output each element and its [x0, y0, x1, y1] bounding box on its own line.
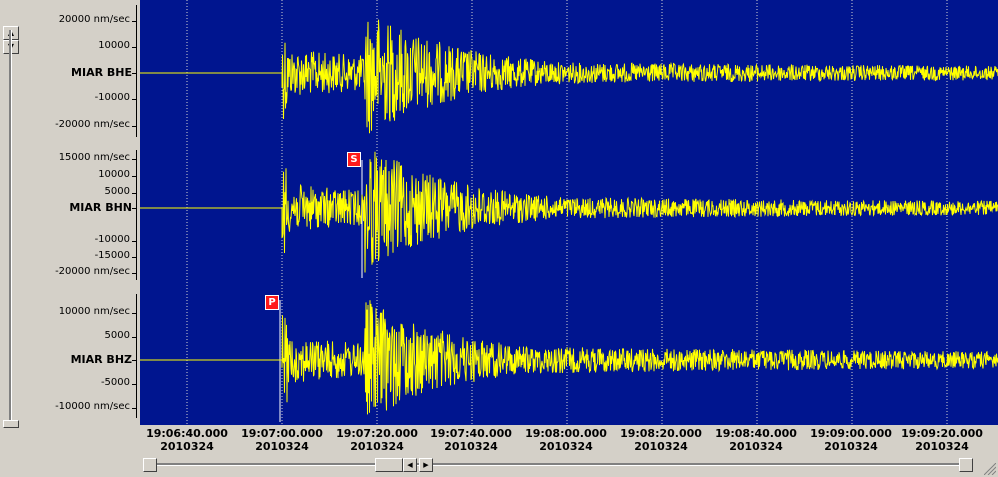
time-tick-label: 19:08:40.000 2010324 — [715, 427, 797, 453]
channel-label-bhn: MIAR BHN — [69, 201, 132, 214]
amplitude-tick — [132, 159, 137, 160]
time-tick-label: 19:07:00.000 2010324 — [241, 427, 323, 453]
amplitude-tick-label: 5000 — [104, 186, 130, 197]
time-tick-label: 19:07:40.000 2010324 — [430, 427, 512, 453]
time-tick-label: 19:08:20.000 2010324 — [620, 427, 702, 453]
amplitude-tick-label: -20000 nm/sec — [55, 266, 130, 277]
amplitude-tick — [132, 241, 137, 242]
resize-grip-icon[interactable] — [984, 463, 996, 475]
amplitude-tick — [132, 73, 137, 74]
amplitude-tick — [132, 360, 137, 361]
p-pick-marker[interactable]: P — [265, 295, 279, 310]
amplitude-tick — [132, 208, 137, 209]
scroll-right-end-button[interactable] — [959, 458, 973, 472]
amplitude-tick — [132, 126, 137, 127]
amplitude-tick-label: -10000 — [94, 92, 130, 103]
vertical-scrollbar[interactable]: ▲ ▼ — [3, 0, 19, 430]
amplitude-tick — [132, 257, 137, 258]
channel-label-bhz: MIAR BHZ — [70, 353, 132, 366]
horizontal-scrollbar[interactable]: ◀ ▶ — [143, 458, 973, 472]
vertical-scroll-thumb[interactable] — [3, 420, 19, 428]
amplitude-tick — [132, 99, 137, 100]
amplitude-tick-label: -15000 — [94, 250, 130, 261]
amplitude-tick — [132, 273, 137, 274]
time-tick-label: 19:08:00.000 2010324 — [525, 427, 607, 453]
amplitude-tick — [132, 408, 137, 409]
triangle-left-icon: ◀ — [407, 461, 413, 469]
amplitude-tick — [132, 384, 137, 385]
amplitude-tick — [132, 176, 137, 177]
channel-label-bhe: MIAR BHE — [71, 66, 132, 79]
seismogram-plot[interactable] — [140, 0, 998, 425]
amplitude-tick-label: -20000 nm/sec — [55, 119, 130, 130]
amplitude-tick-label: 10000 — [98, 40, 130, 51]
time-tick-label: 19:09:20.000 2010324 — [901, 427, 983, 453]
triangle-right-icon: ▶ — [423, 461, 429, 469]
amplitude-tick-label: 10000 nm/sec — [58, 306, 130, 317]
amplitude-tick-label: -5000 — [100, 377, 130, 388]
amplitude-tick — [132, 313, 137, 314]
amplitude-axis-line — [136, 5, 137, 137]
trace-bhz — [281, 300, 998, 415]
horizontal-scroll-thumb[interactable] — [375, 458, 403, 472]
amplitude-tick-label: -10000 — [94, 234, 130, 245]
amplitude-tick — [132, 21, 137, 22]
trace-bhn — [281, 151, 998, 273]
s-pick-marker[interactable]: S — [347, 152, 361, 167]
amplitude-tick — [132, 193, 137, 194]
trace-bhe — [281, 19, 998, 134]
amplitude-tick-label: -10000 nm/sec — [55, 401, 130, 412]
amplitude-tick-label: 20000 nm/sec — [58, 14, 130, 25]
scroll-right-button[interactable]: ▶ — [419, 458, 433, 472]
amplitude-tick-label: 5000 — [104, 330, 130, 341]
scroll-left-end-button[interactable] — [143, 458, 157, 472]
scroll-left-button[interactable]: ◀ — [403, 458, 417, 472]
amplitude-tick-label: 15000 nm/sec — [58, 152, 130, 163]
horizontal-scroll-track[interactable] — [149, 463, 969, 466]
amplitude-tick — [132, 337, 137, 338]
vertical-scroll-track[interactable] — [9, 30, 12, 420]
time-tick-label: 19:06:40.000 2010324 — [146, 427, 228, 453]
amplitude-tick — [132, 47, 137, 48]
seismogram-panel[interactable]: S P — [140, 0, 998, 425]
amplitude-tick-label: 10000 — [98, 169, 130, 180]
amplitude-axis-line — [136, 150, 137, 280]
